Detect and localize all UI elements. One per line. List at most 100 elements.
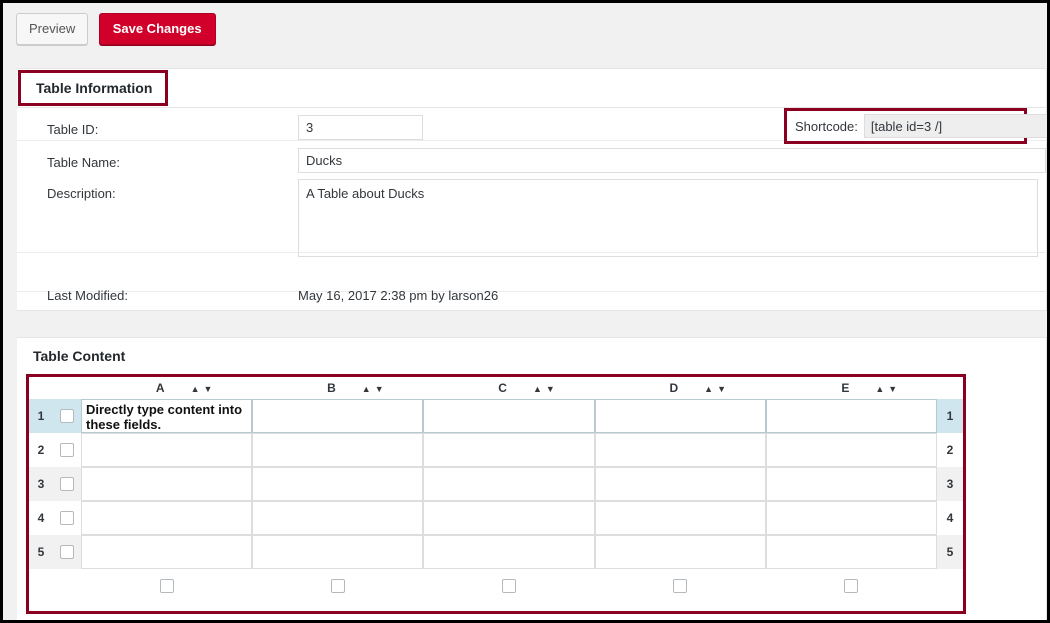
row-select-cell-5 bbox=[53, 535, 81, 569]
sort-desc-icon-e[interactable]: ▼ bbox=[888, 385, 897, 394]
cell-b4 bbox=[252, 501, 423, 535]
cell-c1 bbox=[423, 399, 594, 433]
column-checkbox-a[interactable] bbox=[160, 579, 174, 593]
column-checkbox-c[interactable] bbox=[502, 579, 516, 593]
column-header-d: D ▲ ▼ bbox=[595, 377, 766, 399]
table-content-grid-highlight: A ▲▼ B ▲▼ bbox=[26, 374, 966, 614]
column-select-cell-e bbox=[766, 569, 937, 603]
cell-input-a2[interactable] bbox=[81, 433, 252, 467]
row-number-left-1: 1 bbox=[29, 399, 53, 433]
cell-input-c5[interactable] bbox=[423, 535, 594, 569]
sort-desc-icon-d[interactable]: ▼ bbox=[717, 385, 726, 394]
cell-input-d2[interactable] bbox=[595, 433, 766, 467]
row-number-right-1: 1 bbox=[937, 399, 963, 433]
row-number-right-4: 4 bbox=[937, 501, 963, 535]
table-row: 1 Directly type content into these field… bbox=[29, 399, 963, 433]
row-checkbox-4[interactable] bbox=[60, 511, 74, 525]
cell-e3 bbox=[766, 467, 937, 501]
column-select-cell-d bbox=[595, 569, 766, 603]
cell-e5 bbox=[766, 535, 937, 569]
cell-input-b5[interactable] bbox=[252, 535, 423, 569]
action-toolbar: Preview Save Changes bbox=[3, 3, 1047, 55]
column-header-a: A ▲▼ bbox=[81, 377, 252, 399]
cell-input-e4[interactable] bbox=[766, 501, 937, 535]
cell-c2 bbox=[423, 433, 594, 467]
corner-cell-left bbox=[29, 377, 53, 399]
column-checkbox-d[interactable] bbox=[673, 579, 687, 593]
table-row: 2 2 bbox=[29, 433, 963, 467]
footer-corner-right bbox=[937, 569, 963, 603]
cell-c3 bbox=[423, 467, 594, 501]
cell-input-c4[interactable] bbox=[423, 501, 594, 535]
row-number-left-5: 5 bbox=[29, 535, 53, 569]
row-number-right-2: 2 bbox=[937, 433, 963, 467]
row-checkbox-2[interactable] bbox=[60, 443, 74, 457]
cell-input-a3[interactable] bbox=[81, 467, 252, 501]
save-changes-button[interactable]: Save Changes bbox=[99, 13, 216, 45]
cell-input-d4[interactable] bbox=[595, 501, 766, 535]
cell-input-a4[interactable] bbox=[81, 501, 252, 535]
cell-c4 bbox=[423, 501, 594, 535]
column-letter-d: D bbox=[595, 381, 681, 395]
column-select-cell-a bbox=[81, 569, 252, 603]
cell-input-c1[interactable] bbox=[423, 399, 594, 433]
cell-input-e1[interactable] bbox=[766, 399, 937, 433]
screenshot-root: Preview Save Changes Table Information T… bbox=[0, 0, 1050, 623]
row-number-right-5: 5 bbox=[937, 535, 963, 569]
sort-asc-icon-e[interactable]: ▲ bbox=[875, 385, 884, 394]
row-checkbox-5[interactable] bbox=[60, 545, 74, 559]
cell-input-a1[interactable]: Directly type content into these fields. bbox=[81, 399, 252, 433]
sort-asc-icon-b[interactable]: ▲ bbox=[362, 385, 371, 394]
preview-button[interactable]: Preview bbox=[16, 13, 88, 45]
column-checkbox-e[interactable] bbox=[844, 579, 858, 593]
cell-e4 bbox=[766, 501, 937, 535]
table-content-grid: A ▲▼ B ▲▼ bbox=[29, 377, 963, 603]
row-checkbox-3[interactable] bbox=[60, 477, 74, 491]
last-modified-label: Last Modified: bbox=[47, 288, 128, 303]
cell-input-c2[interactable] bbox=[423, 433, 594, 467]
row-checkbox-1[interactable] bbox=[60, 409, 74, 423]
sort-asc-icon-a[interactable]: ▲ bbox=[191, 385, 200, 394]
shortcode-input[interactable] bbox=[864, 114, 1050, 138]
description-label: Description: bbox=[47, 186, 116, 201]
cell-input-a5[interactable] bbox=[81, 535, 252, 569]
table-id-input[interactable] bbox=[298, 115, 423, 140]
sort-asc-icon-c[interactable]: ▲ bbox=[533, 385, 542, 394]
table-content-panel: Table Content A ▲▼ bbox=[17, 337, 1047, 623]
cell-b2 bbox=[252, 433, 423, 467]
sort-desc-icon-b[interactable]: ▼ bbox=[375, 385, 384, 394]
row-select-cell-1 bbox=[53, 399, 81, 433]
corner-cell-right bbox=[937, 377, 963, 399]
column-select-cell-b bbox=[252, 569, 423, 603]
cell-input-d3[interactable] bbox=[595, 467, 766, 501]
column-letter-c: C bbox=[423, 381, 509, 395]
column-header-b: B ▲▼ bbox=[252, 377, 423, 399]
row-number-left-2: 2 bbox=[29, 433, 53, 467]
cell-input-b4[interactable] bbox=[252, 501, 423, 535]
cell-a5 bbox=[81, 535, 252, 569]
cell-input-e2[interactable] bbox=[766, 433, 937, 467]
sort-desc-icon-a[interactable]: ▼ bbox=[204, 385, 213, 394]
corner-cell-checkbox bbox=[53, 377, 81, 399]
row-number-left-3: 3 bbox=[29, 467, 53, 501]
table-name-input[interactable] bbox=[298, 148, 1046, 173]
cell-input-b1[interactable] bbox=[252, 399, 423, 433]
cell-input-e3[interactable] bbox=[766, 467, 937, 501]
cell-input-b2[interactable] bbox=[252, 433, 423, 467]
cell-b3 bbox=[252, 467, 423, 501]
cell-input-e5[interactable] bbox=[766, 535, 937, 569]
cell-input-b3[interactable] bbox=[252, 467, 423, 501]
row-number-left-4: 4 bbox=[29, 501, 53, 535]
cell-input-c3[interactable] bbox=[423, 467, 594, 501]
cell-input-d1[interactable] bbox=[595, 399, 766, 433]
column-header-c: C ▲ ▼ bbox=[423, 377, 594, 399]
table-information-header: Table Information bbox=[17, 69, 1047, 108]
description-textarea[interactable]: A Table about Ducks bbox=[298, 179, 1038, 257]
sort-desc-icon-c[interactable]: ▼ bbox=[546, 385, 555, 394]
table-content-title: Table Content bbox=[33, 348, 125, 364]
footer-corner-checkbox bbox=[53, 569, 81, 603]
cell-input-d5[interactable] bbox=[595, 535, 766, 569]
table-information-panel: Table Information Table ID: Table Name: … bbox=[17, 68, 1047, 311]
column-checkbox-b[interactable] bbox=[331, 579, 345, 593]
sort-asc-icon-d[interactable]: ▲ bbox=[704, 385, 713, 394]
